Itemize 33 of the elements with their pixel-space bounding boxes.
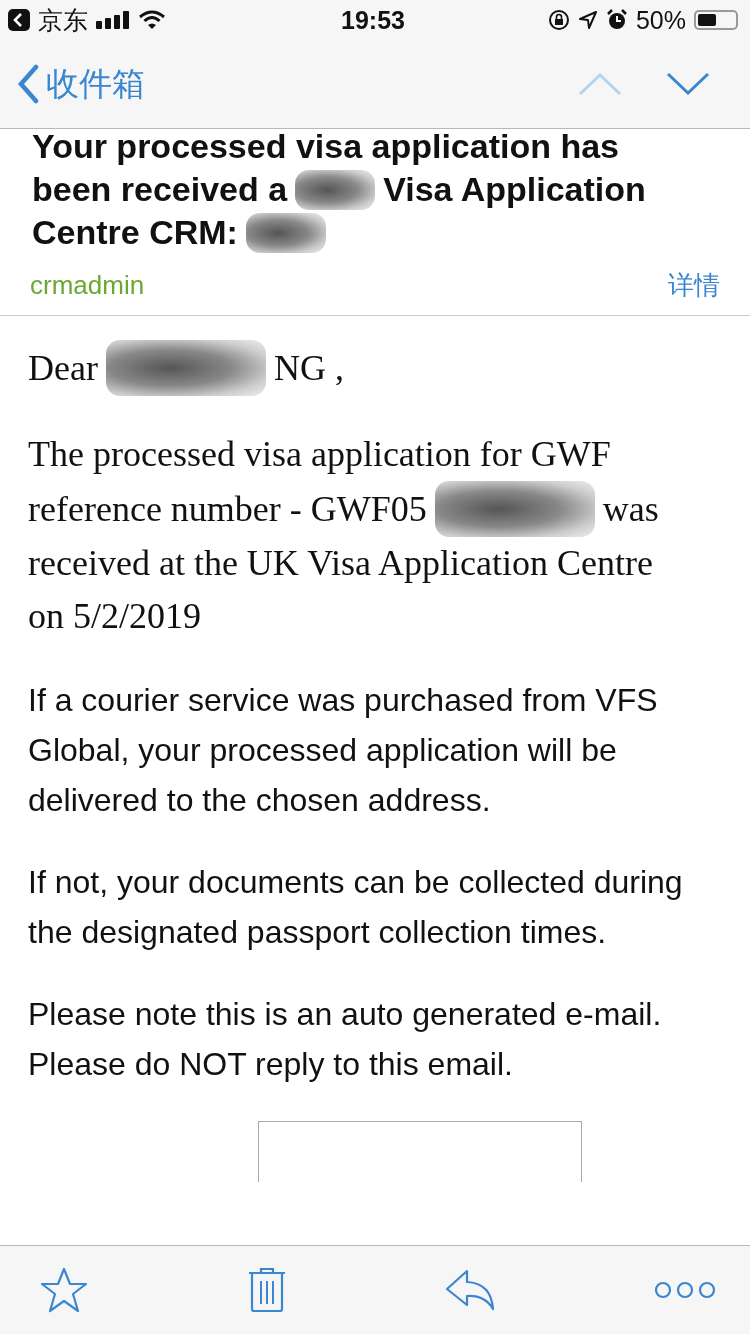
- body-text: was: [602, 487, 659, 531]
- body-text: received at the UK Visa Application Centre: [28, 542, 653, 585]
- body-paragraph: Please note this is an auto generated e-mail. Please do NOT reply to this email.: [28, 995, 663, 1084]
- battery-percent: 50%: [635, 5, 686, 35]
- details-link[interactable]: 详情: [668, 268, 720, 303]
- body-text: NG ,: [273, 346, 344, 390]
- reply-icon[interactable]: [445, 1269, 496, 1311]
- body-paragraph: If a courier service was purchased from VFS Global, your processed application will be delivered to the chosen address.: [28, 681, 659, 820]
- rotation-lock-icon: [547, 9, 570, 31]
- more-icon[interactable]: [653, 1280, 716, 1300]
- body-text: on 5/2/2019: [28, 595, 201, 638]
- chevron-down-icon[interactable]: [666, 72, 710, 96]
- alarm-icon: [605, 9, 628, 31]
- back-button[interactable]: 收件箱: [16, 61, 145, 107]
- signal-icon: [96, 11, 130, 29]
- subject-text: Visa Application: [383, 169, 646, 210]
- sender-name[interactable]: crmadmin: [30, 270, 145, 301]
- wifi-icon: [138, 10, 166, 30]
- clock-time: 19:53: [341, 5, 405, 35]
- body-text: reference number - GWF05: [28, 487, 427, 531]
- subject-text: Centre CRM:: [32, 212, 238, 253]
- back-app-label[interactable]: 京东: [38, 3, 88, 37]
- body-text: The processed visa application for GWF: [28, 433, 611, 476]
- trash-icon[interactable]: [246, 1267, 287, 1313]
- chevron-left-icon[interactable]: [16, 64, 40, 104]
- body-text: Dear: [28, 346, 98, 390]
- star-icon[interactable]: [40, 1267, 88, 1313]
- location-icon: [577, 10, 598, 30]
- battery-icon: [694, 10, 738, 30]
- subject-text: been received a: [32, 169, 288, 210]
- body-paragraph: If not, your documents can be collected during the designated passport collection times.: [28, 863, 684, 952]
- subject-text: Your processed visa application has: [32, 129, 619, 167]
- back-icon[interactable]: [8, 9, 30, 31]
